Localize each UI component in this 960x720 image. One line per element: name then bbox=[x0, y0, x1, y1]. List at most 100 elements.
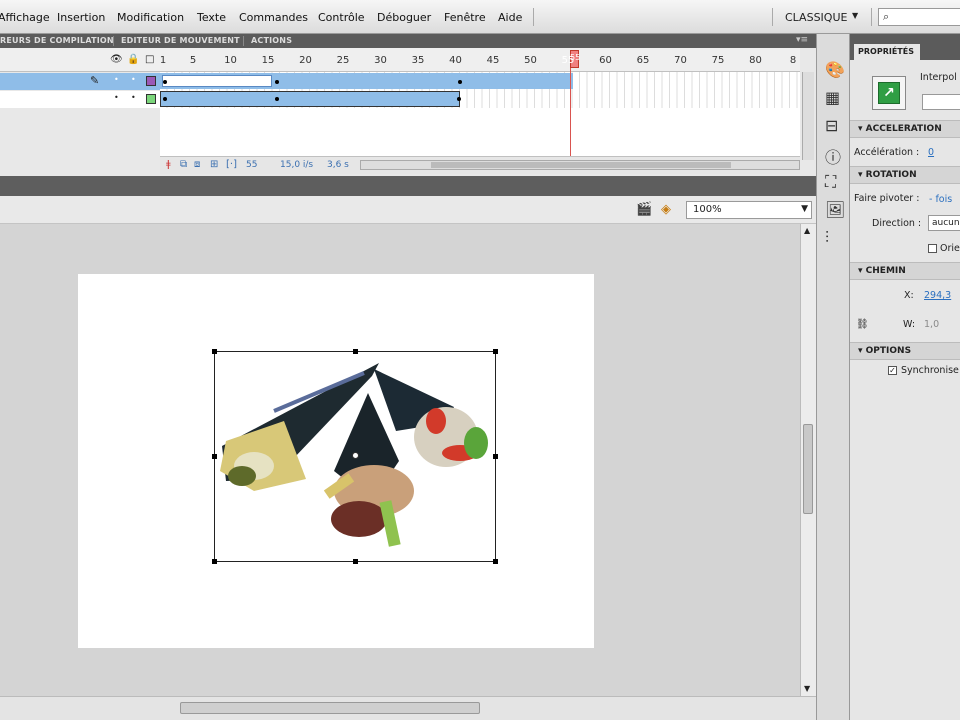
sync-checkbox[interactable]: ✓ bbox=[888, 366, 897, 375]
chevron-down-icon: ▼ bbox=[801, 204, 808, 214]
section-acceleration[interactable]: ▾ ACCELERATION bbox=[850, 120, 960, 138]
orient-checkbox[interactable] bbox=[928, 244, 937, 253]
lock-dot-icon[interactable]: • bbox=[131, 75, 136, 84]
menu-controle[interactable]: Contrôle bbox=[318, 11, 365, 24]
zoom-select[interactable]: 100% ▼ bbox=[686, 201, 812, 219]
section-title: CHEMIN bbox=[865, 266, 906, 276]
transform-point[interactable] bbox=[352, 452, 359, 459]
edit-scene-icon[interactable]: 🎬 bbox=[636, 202, 652, 217]
frame-number: 5 bbox=[189, 55, 197, 66]
scroll-thumb[interactable] bbox=[180, 702, 480, 714]
resize-handle[interactable] bbox=[212, 349, 217, 354]
tab-compiler-errors[interactable]: ERREURS DE COMPILATION bbox=[0, 36, 114, 45]
scroll-thumb[interactable] bbox=[431, 162, 731, 168]
keyframe[interactable] bbox=[275, 80, 279, 84]
menu-aide[interactable]: Aide bbox=[498, 11, 522, 24]
zoom-value: 100% bbox=[693, 204, 722, 215]
resize-handle[interactable] bbox=[493, 559, 498, 564]
keyframe[interactable] bbox=[163, 97, 167, 101]
keyframe[interactable] bbox=[457, 97, 461, 101]
selection-bounding-box[interactable] bbox=[212, 349, 498, 564]
align-icon[interactable]: ⊟ bbox=[825, 116, 838, 135]
keyframe[interactable] bbox=[458, 80, 462, 84]
frame-number: 20 bbox=[299, 55, 312, 66]
x-value[interactable]: 294,3 bbox=[924, 290, 951, 301]
edit-symbols-icon[interactable]: ◈ bbox=[661, 202, 671, 217]
chevron-down-icon: ▾ bbox=[858, 170, 866, 180]
menu-fenetre[interactable]: Fenêtre bbox=[444, 11, 486, 24]
timeline-horizontal-scrollbar[interactable] bbox=[360, 160, 800, 170]
tween-arrow-icon: ↗ bbox=[878, 82, 900, 104]
tab-motion-editor[interactable]: EDITEUR DE MOUVEMENT bbox=[121, 36, 240, 45]
panel-divider bbox=[0, 176, 816, 196]
rotate-value[interactable]: - fois bbox=[929, 194, 952, 205]
library-icon[interactable]: 🖼 bbox=[825, 200, 845, 219]
edit-multiple-frames-icon[interactable]: ⊞ bbox=[210, 159, 218, 170]
panel-menu-icon[interactable]: ▾≡ bbox=[796, 35, 808, 45]
visibility-dot-icon[interactable]: • bbox=[114, 93, 119, 102]
scroll-thumb[interactable] bbox=[803, 424, 813, 514]
current-frame-readout[interactable]: 55 bbox=[246, 160, 257, 170]
scroll-up-icon[interactable]: ▲ bbox=[804, 226, 810, 235]
layer-color-swatch[interactable] bbox=[146, 94, 156, 104]
direction-select[interactable]: aucun bbox=[928, 215, 960, 231]
frame-rate-readout[interactable]: 15,0 i/s bbox=[280, 160, 313, 170]
resize-handle[interactable] bbox=[493, 454, 498, 459]
transform-icon[interactable]: ⛶ bbox=[825, 172, 836, 192]
section-rotation[interactable]: ▾ ROTATION bbox=[850, 166, 960, 184]
section-title: OPTIONS bbox=[865, 346, 912, 356]
menu-modification[interactable]: Modification bbox=[117, 11, 184, 24]
modify-markers-icon[interactable]: [·] bbox=[226, 159, 237, 170]
motion-tween-span[interactable] bbox=[160, 91, 460, 107]
onion-skin-icon[interactable]: ⧉ bbox=[180, 159, 187, 170]
scroll-down-icon[interactable]: ▼ bbox=[804, 684, 810, 693]
properties-panel: PROPRIÉTÉS ↗ Interpol ▾ ACCELERATION Acc… bbox=[850, 34, 960, 720]
resize-handle[interactable] bbox=[212, 454, 217, 459]
frame-number: 8 bbox=[789, 55, 797, 66]
sync-label: Synchronise bbox=[901, 365, 959, 376]
x-label: X: bbox=[904, 290, 914, 301]
keyframe[interactable] bbox=[163, 80, 167, 84]
resize-handle[interactable] bbox=[493, 349, 498, 354]
color-palette-icon[interactable]: 🎨 bbox=[825, 60, 845, 79]
section-title: ROTATION bbox=[865, 170, 917, 180]
center-frame-icon[interactable]: ǂ bbox=[166, 159, 171, 170]
menu-texte[interactable]: Texte bbox=[197, 11, 226, 24]
stage-vertical-scrollbar[interactable]: ▲ ▼ bbox=[800, 224, 816, 696]
layer-row-2[interactable]: • • bbox=[0, 91, 160, 108]
eye-icon[interactable]: 👁 bbox=[110, 54, 123, 65]
instance-name-field[interactable] bbox=[922, 94, 960, 110]
section-path[interactable]: ▾ CHEMIN bbox=[850, 262, 960, 280]
lock-icon[interactable]: 🔒 bbox=[127, 54, 139, 65]
link-icon[interactable]: ⛓ bbox=[856, 319, 869, 330]
outline-icon[interactable]: □ bbox=[145, 54, 154, 65]
menu-affichage[interactable]: Affichage bbox=[0, 11, 50, 24]
onion-outline-icon[interactable]: ⧈ bbox=[194, 159, 200, 170]
menu-deboguer[interactable]: Déboguer bbox=[377, 11, 431, 24]
menu-commandes[interactable]: Commandes bbox=[239, 11, 308, 24]
workspace-switcher[interactable]: CLASSIQUE ▼ bbox=[777, 9, 867, 25]
section-options[interactable]: ▾ OPTIONS bbox=[850, 342, 960, 360]
resize-handle[interactable] bbox=[353, 559, 358, 564]
swatches-icon[interactable]: ▦ bbox=[825, 88, 840, 107]
info-icon[interactable]: ⓘ bbox=[825, 144, 841, 168]
stage-horizontal-scrollbar[interactable] bbox=[0, 696, 816, 720]
layer-row-1[interactable]: ✎ • • bbox=[0, 73, 160, 90]
orient-label: Orie bbox=[940, 243, 960, 254]
timeline-vertical-scrollbar[interactable] bbox=[802, 72, 814, 160]
keyframe[interactable] bbox=[275, 97, 279, 101]
visibility-dot-icon[interactable]: • bbox=[114, 75, 119, 84]
frames-area[interactable] bbox=[160, 72, 800, 156]
resize-handle[interactable] bbox=[212, 559, 217, 564]
menu-separator bbox=[772, 8, 773, 26]
menu-insertion[interactable]: Insertion bbox=[57, 11, 105, 24]
acceleration-value[interactable]: 0 bbox=[928, 147, 934, 158]
layer-color-swatch[interactable] bbox=[146, 76, 156, 86]
tab-properties[interactable]: PROPRIÉTÉS bbox=[854, 44, 920, 60]
frame-number: 35 bbox=[411, 55, 425, 66]
lock-dot-icon[interactable]: • bbox=[131, 93, 136, 102]
components-icon[interactable]: ⫶ bbox=[825, 228, 829, 248]
tab-actions[interactable]: ACTIONS bbox=[251, 36, 292, 45]
resize-handle[interactable] bbox=[353, 349, 358, 354]
help-search-input[interactable]: ⌕ bbox=[878, 8, 960, 26]
